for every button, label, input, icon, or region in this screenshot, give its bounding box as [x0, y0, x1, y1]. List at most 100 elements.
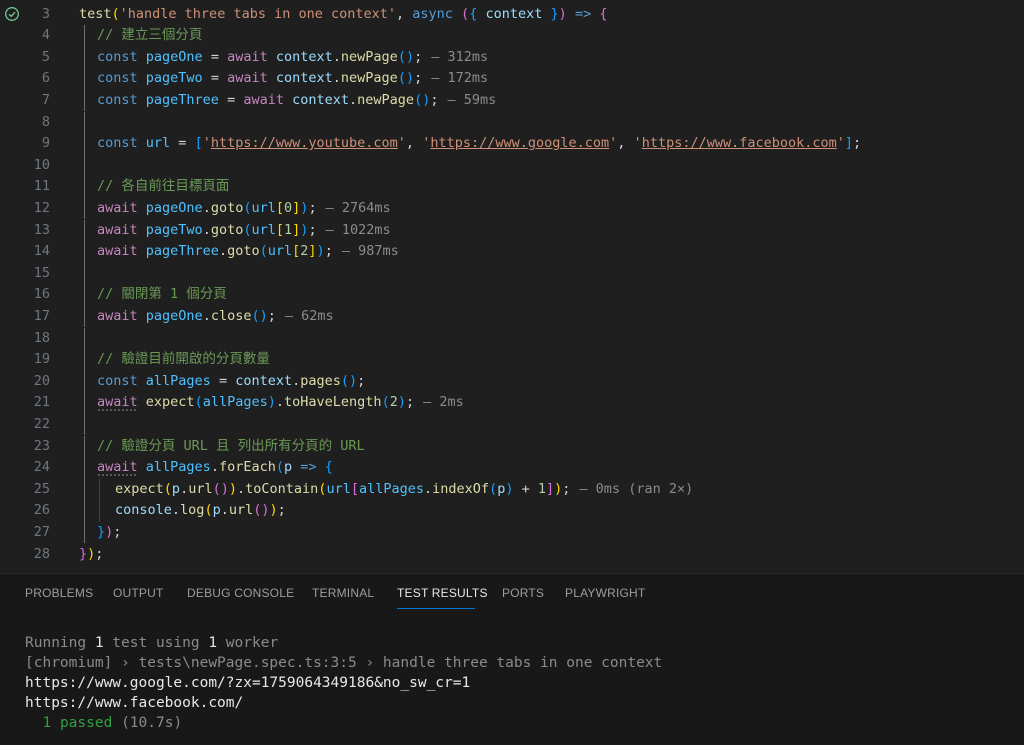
- code-token: ]: [844, 135, 854, 152]
- code-text: });: [97, 522, 121, 544]
- code-line[interactable]: 7 const pageThree = await context.newPage…: [0, 89, 1024, 112]
- code-text: await pageTwo.goto(url[1]); — 1022ms: [97, 220, 391, 242]
- code-token: await: [97, 459, 138, 476]
- code-line[interactable]: 12 await pageOne.goto(url[0]); — 2764ms: [0, 197, 1024, 220]
- code-line[interactable]: 9 const url = ['https://www.youtube.com',…: [0, 133, 1024, 155]
- tab-ports[interactable]: PORTS: [502, 586, 544, 600]
- code-line[interactable]: 27});: [0, 521, 1024, 544]
- code-line[interactable]: 23 // 驗證分頁 URL 且 列出所有分頁的 URL: [0, 435, 1024, 458]
- code-line[interactable]: 8: [0, 111, 1024, 134]
- code-line[interactable]: 15: [0, 262, 1024, 285]
- indent-guide: [84, 241, 85, 263]
- code-token: pageOne: [145, 48, 203, 65]
- indent-guide: [84, 521, 85, 544]
- code-line[interactable]: 13 await pageTwo.goto(url[1]); — 1022ms: [0, 219, 1024, 242]
- code-token: pageOne: [145, 199, 203, 216]
- code-token: [: [194, 135, 203, 152]
- code-line[interactable]: 18: [0, 327, 1024, 350]
- code-token: (: [163, 480, 172, 497]
- code-token: (): [397, 48, 415, 65]
- tab-terminal[interactable]: TERMINAL: [312, 586, 374, 600]
- code-token: ;: [308, 221, 317, 238]
- worker-count: 1: [208, 635, 218, 651]
- code-line[interactable]: 4 // 建立三個分頁: [0, 25, 1024, 47]
- inline-duration: — 0ms (ran 2×): [579, 480, 694, 497]
- code-token: (: [275, 459, 284, 476]
- code-text: // 各自前往目標頁面: [97, 176, 229, 198]
- code-line[interactable]: 21 await expect(allPages).toHaveLength(2)…: [0, 392, 1024, 414]
- code-token: newPage: [357, 91, 415, 108]
- code-token: =: [202, 70, 228, 87]
- code-token: context: [235, 372, 293, 389]
- code-text: console.log(p.url());: [115, 500, 286, 522]
- line-number: 27: [33, 523, 50, 540]
- line-number: 22: [33, 415, 50, 432]
- code-token: ': [633, 135, 642, 152]
- code-token: // 關閉第 1 個分頁: [97, 286, 227, 303]
- code-line[interactable]: 25 expect(p.url()).toContain(url[allPages…: [0, 478, 1024, 501]
- code-token: ;: [414, 48, 423, 65]
- code-line[interactable]: 14 await pageThree.goto(url[2]); — 987ms: [0, 241, 1024, 263]
- code-line[interactable]: 26 console.log(p.url());: [0, 500, 1024, 522]
- indent-guide: [99, 478, 100, 501]
- code-line[interactable]: 5 const pageOne = await context.newPage()…: [0, 46, 1024, 69]
- indent-guide: [84, 478, 85, 501]
- tab-playwright[interactable]: PLAYWRIGHT: [565, 586, 645, 600]
- tab-problems[interactable]: PROBLEMS: [25, 586, 93, 600]
- code-line[interactable]: 28});: [0, 544, 1024, 566]
- tab-output[interactable]: OUTPUT: [113, 586, 164, 600]
- code-token: url: [326, 480, 351, 497]
- code-token: (): [340, 372, 358, 389]
- code-token: [: [275, 199, 285, 216]
- line-number: 19: [33, 351, 50, 368]
- code-token: (): [397, 70, 415, 87]
- code-token: url: [251, 199, 276, 216]
- code-token: (: [381, 394, 390, 411]
- line-number: 6: [41, 70, 50, 87]
- code-token: // 各自前往目標頁面: [97, 178, 230, 195]
- tab-debug-console[interactable]: DEBUG CONSOLE: [187, 586, 294, 600]
- code-line[interactable]: 17 await pageOne.close(); — 62ms: [0, 305, 1024, 328]
- line-number: 3: [41, 5, 50, 22]
- code-token: ;: [853, 135, 862, 152]
- code-token: [: [350, 480, 359, 497]
- code-line[interactable]: 24 await allPages.forEach(p => {: [0, 457, 1024, 479]
- code-token: allPages: [358, 480, 424, 497]
- code-line[interactable]: 20 const allPages = context.pages();: [0, 370, 1024, 393]
- code-token: p: [212, 502, 221, 519]
- code-token: context: [292, 91, 350, 108]
- code-token: ;: [113, 523, 122, 540]
- log-line-2: https://www.facebook.com/: [25, 695, 244, 711]
- code-token: // 驗證目前開啟的分頁數量: [97, 351, 270, 368]
- code-token: =: [210, 372, 236, 389]
- code-line[interactable]: 3 test('handle three tabs in one context'…: [0, 4, 1024, 26]
- indent-guide: [84, 435, 85, 458]
- code-line[interactable]: 16 // 關閉第 1 個分頁: [0, 284, 1024, 306]
- code-line[interactable]: 22: [0, 413, 1024, 436]
- tab-test-results[interactable]: TEST RESULTS: [397, 586, 488, 600]
- duration: (10.7s): [121, 715, 183, 731]
- code-token: newPage: [340, 48, 398, 65]
- code-token: await: [243, 91, 284, 108]
- code-token: 'handle three tabs in one context': [119, 5, 396, 22]
- code-line[interactable]: 6 const pageTwo = await context.newPage()…: [0, 68, 1024, 90]
- code-line[interactable]: 19 // 驗證目前開啟的分頁數量: [0, 349, 1024, 371]
- code-line[interactable]: 10: [0, 154, 1024, 177]
- indent-guide: [84, 46, 85, 69]
- code-token: .: [202, 221, 211, 238]
- code-editor[interactable]: 3 test('handle three tabs in one context'…: [0, 0, 1024, 573]
- code-token: const: [97, 135, 138, 152]
- code-token: .: [202, 307, 211, 324]
- code-line[interactable]: 11 // 各自前往目標頁面: [0, 176, 1024, 198]
- check-circle-icon[interactable]: [4, 6, 20, 22]
- code-token: ,: [617, 135, 634, 152]
- code-token: =: [170, 135, 195, 152]
- line-number: 8: [41, 113, 50, 130]
- code-token: ;: [562, 480, 571, 497]
